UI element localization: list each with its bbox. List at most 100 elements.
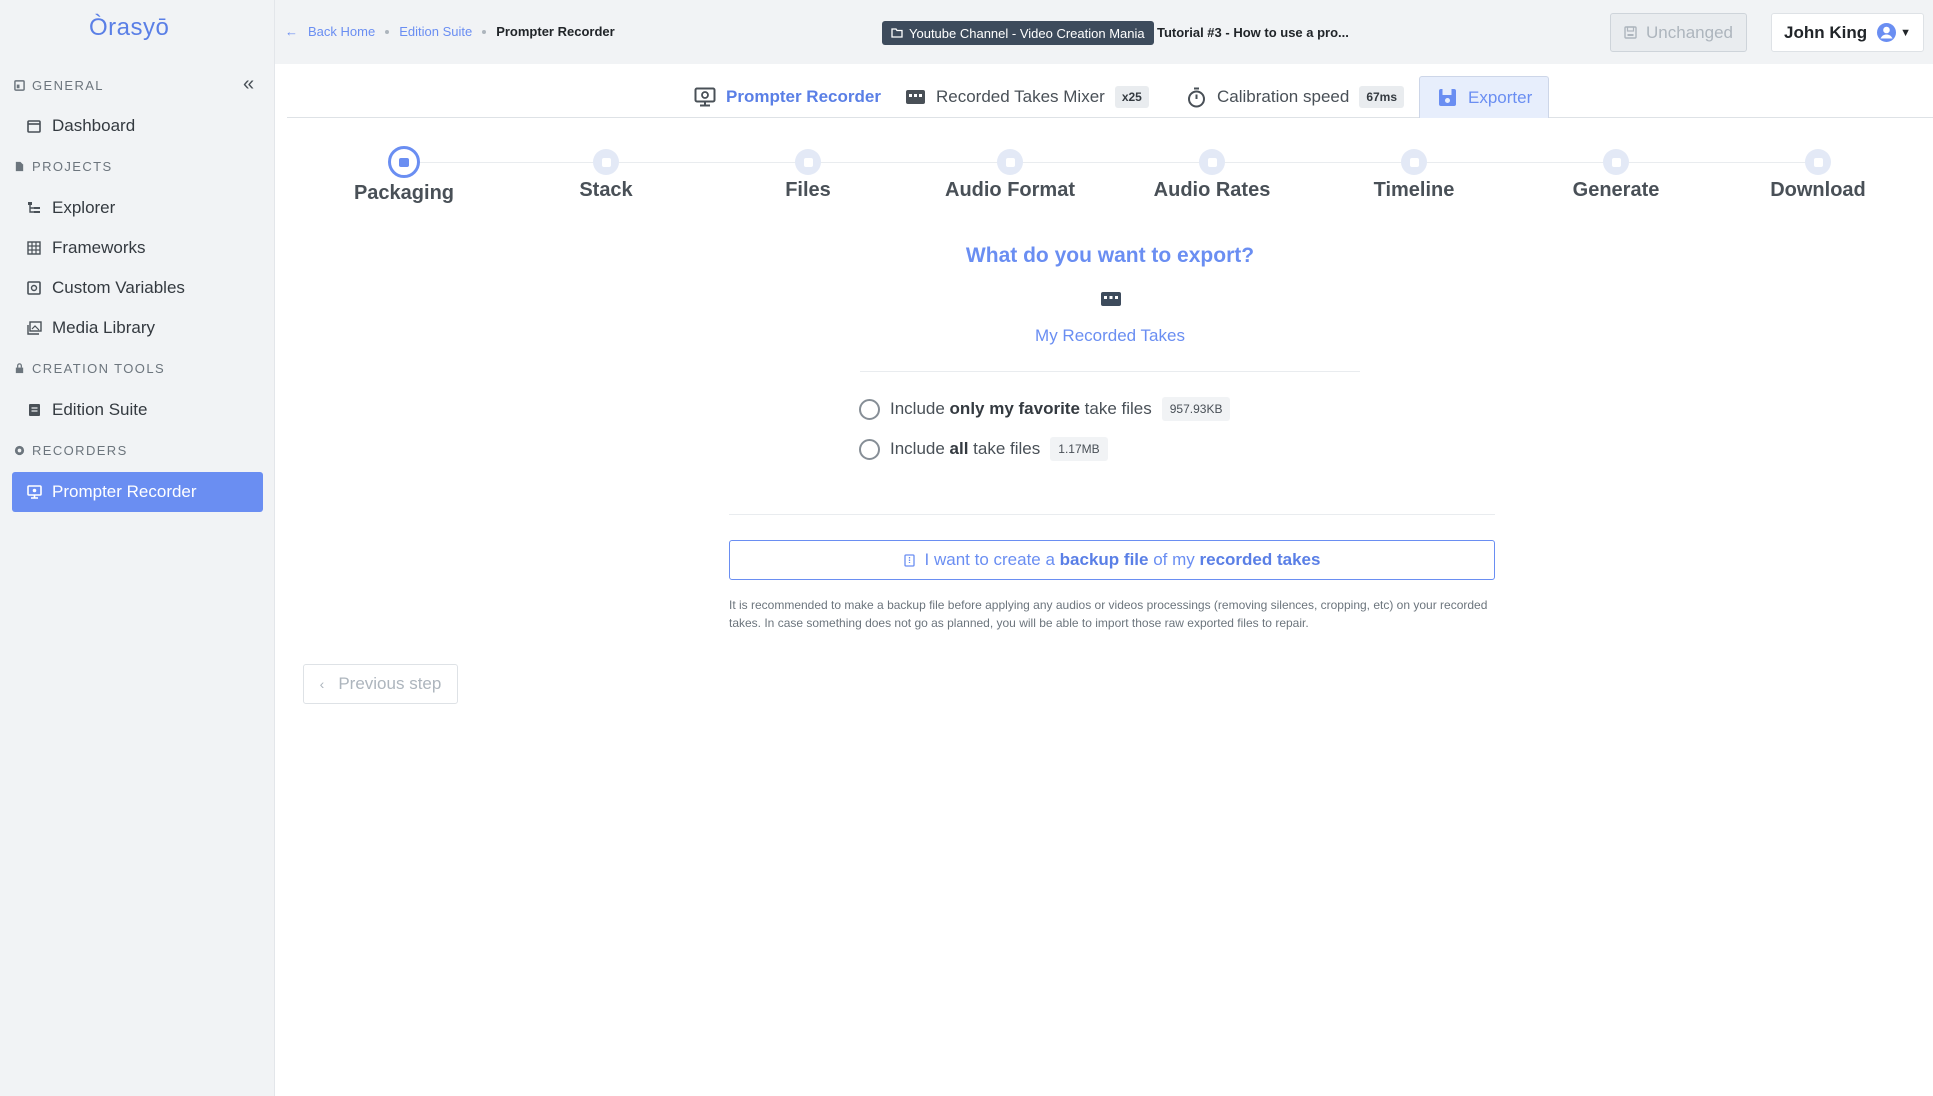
tab-bar: Prompter Recorder Recorded Takes Mixer x…	[287, 76, 1933, 118]
tab-recorded-takes-mixer[interactable]: Recorded Takes Mixer x25	[888, 76, 1165, 118]
backup-help-text: It is recommended to make a backup file …	[729, 598, 1488, 630]
box-icon	[388, 146, 420, 178]
breadcrumb-separator	[385, 29, 390, 34]
sidebar-item-media-library[interactable]: Media Library	[12, 308, 263, 348]
section-projects: PROJECTS	[14, 159, 113, 174]
waveform-icon	[1199, 149, 1225, 175]
chevron-left-icon: ‹	[319, 676, 325, 692]
stack-icon	[593, 149, 619, 175]
backup-text-bold-2: recorded takes	[1199, 550, 1321, 569]
sidebar-item-prompter-recorder[interactable]: Prompter Recorder	[12, 472, 263, 512]
eye-icon	[1401, 149, 1427, 175]
sidebar-item-edition-suite[interactable]: Edition Suite	[12, 390, 263, 430]
option-emphasis: all	[949, 439, 969, 458]
breadcrumb-back-home[interactable]: Back Home	[308, 24, 375, 39]
divider	[729, 514, 1495, 515]
dashboard-icon	[14, 80, 25, 91]
calibration-value-badge: 67ms	[1359, 86, 1405, 108]
arrow-left-icon[interactable]: ←	[285, 24, 298, 39]
breadcrumb-current: Prompter Recorder	[496, 24, 615, 39]
step-label: Audio Rates	[1153, 179, 1271, 201]
sidebar-item-explorer[interactable]: Explorer	[12, 188, 263, 228]
record-icon	[14, 445, 25, 456]
create-backup-button[interactable]: I want to create a backup file of my rec…	[729, 540, 1495, 580]
sidebar-item-custom-variables[interactable]: Custom Variables	[12, 268, 263, 308]
previous-step-label: Previous step	[338, 674, 442, 693]
file-size-badge: 957.93KB	[1161, 397, 1231, 421]
sidebar-item-label: Prompter Recorder	[52, 482, 197, 501]
section-creation-tools: CREATION TOOLS	[14, 361, 165, 376]
stopwatch-icon	[1185, 86, 1207, 108]
previous-step-button[interactable]: ‹ Previous step	[303, 664, 458, 704]
channel-badge[interactable]: Youtube Channel - Video Creation Mania	[882, 21, 1154, 45]
step-audio-rates[interactable]: Audio Rates	[1112, 146, 1312, 202]
section-title-general: GENERAL	[32, 78, 104, 93]
option-all-takes[interactable]: Include all take files 1.17MB	[859, 437, 1108, 461]
backup-text-bold-1: backup file	[1059, 550, 1149, 569]
section-title-recorders: RECORDERS	[32, 443, 128, 458]
app-logo[interactable]: Òrasyō	[89, 14, 169, 42]
option-text: Include only my favorite take files	[890, 399, 1152, 419]
grid-icon	[26, 240, 42, 256]
breadcrumb-edition-suite[interactable]: Edition Suite	[399, 24, 472, 39]
tree-icon	[26, 200, 42, 216]
save-status-button[interactable]: Unchanged	[1610, 13, 1747, 52]
option-suffix: take files	[968, 439, 1041, 458]
export-target-label: My Recorded Takes	[1035, 326, 1185, 345]
step-label: Files	[785, 179, 831, 201]
divider	[860, 371, 1360, 372]
user-menu-button[interactable]: John King ▼	[1771, 13, 1924, 52]
tab-exporter[interactable]: Exporter	[1419, 76, 1550, 118]
backup-text-1: I want to create a	[924, 550, 1060, 569]
step-audio-format[interactable]: Audio Format	[910, 146, 1110, 202]
sidebar-item-label: Explorer	[52, 198, 116, 217]
option-favorite-takes[interactable]: Include only my favorite take files 957.…	[859, 397, 1231, 421]
images-icon	[26, 320, 42, 336]
tab-label: Recorded Takes Mixer	[936, 87, 1105, 106]
sidebar-item-label: Custom Variables	[52, 278, 185, 297]
takes-count-badge: x25	[1114, 86, 1149, 108]
section-recorders: RECORDERS	[14, 443, 128, 458]
export-question: What do you want to export?	[965, 244, 1255, 267]
export-stepper: Packaging Stack Files Audio Format Audio…	[298, 146, 1922, 206]
tape-icon	[904, 86, 926, 108]
lock-icon	[15, 363, 24, 374]
step-generate[interactable]: Generate	[1516, 146, 1716, 202]
sidebar-item-frameworks[interactable]: Frameworks	[12, 228, 263, 268]
sidebar-item-label: Edition Suite	[52, 400, 148, 419]
archive-icon	[903, 553, 915, 567]
favorite-takes-radio[interactable]	[859, 398, 880, 420]
option-prefix: Include	[890, 439, 950, 458]
variable-icon	[26, 280, 42, 296]
tab-prompter-recorder[interactable]: Prompter Recorder	[678, 76, 897, 118]
tab-label: Calibration speed	[1217, 87, 1350, 106]
tutorial-title[interactable]: Tutorial #3 - How to use a pro...	[1157, 25, 1349, 40]
step-files[interactable]: Files	[708, 146, 908, 202]
section-title-creation-tools: CREATION TOOLS	[32, 361, 166, 376]
file-size-badge: 1.17MB	[1050, 437, 1108, 461]
step-packaging[interactable]: Packaging	[304, 146, 504, 205]
sidebar-item-label: Dashboard	[52, 116, 136, 135]
tab-calibration-speed[interactable]: Calibration speed 67ms	[1169, 76, 1420, 118]
tape-icon	[1101, 292, 1121, 306]
step-stack[interactable]: Stack	[506, 146, 706, 202]
caret-down-icon: ▼	[1900, 26, 1911, 39]
double-chevron-left-icon[interactable]: «	[243, 74, 254, 94]
download-icon	[1805, 149, 1831, 175]
option-prefix: Include	[890, 399, 950, 418]
file-icon	[15, 161, 24, 172]
tab-label: Prompter Recorder	[726, 87, 881, 106]
channel-name: Youtube Channel - Video Creation Mania	[909, 25, 1145, 41]
sidebar-item-label: Frameworks	[52, 238, 146, 257]
backup-button-label: I want to create a backup file of my rec…	[925, 550, 1321, 570]
all-takes-radio[interactable]	[859, 438, 880, 460]
step-label: Timeline	[1373, 179, 1455, 201]
step-timeline[interactable]: Timeline	[1314, 146, 1514, 202]
section-general: GENERAL	[14, 78, 104, 93]
save-icon	[1624, 26, 1637, 39]
magic-icon	[1603, 149, 1629, 175]
sidebar-item-dashboard[interactable]: Dashboard	[12, 106, 263, 146]
user-circle-icon	[1877, 23, 1897, 42]
step-download[interactable]: Download	[1718, 146, 1918, 202]
tab-label: Exporter	[1468, 87, 1533, 107]
